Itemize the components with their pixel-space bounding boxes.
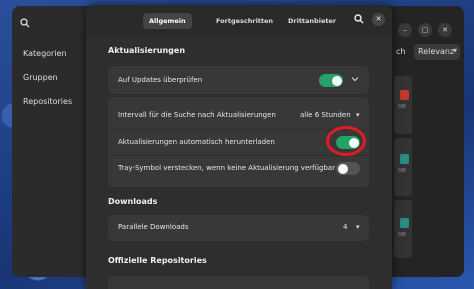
section-title-downloads: Downloads <box>108 197 158 206</box>
sort-dropdown[interactable]: Relevanz <box>414 44 460 60</box>
background-content: ch Relevanz MB MB MB – ▢ ✕ <box>392 6 464 277</box>
dropdown-arrow-icon: ▾ <box>356 223 360 231</box>
parallel-downloads-row[interactable]: Parallele Downloads 4 ▾ <box>108 215 369 241</box>
preferences-dialog: Allgemein Fortgeschritten Drittanbieter … <box>86 5 392 289</box>
dropdown-arrow-icon: ▾ <box>356 111 360 119</box>
red-highlight-circle <box>326 126 366 156</box>
tray-switch[interactable] <box>336 162 360 175</box>
background-sidebar: Kategorien Gruppen Repositories <box>12 6 92 277</box>
size-label: MB <box>398 104 406 110</box>
section-title-repos: Offizielle Repositories <box>108 256 207 265</box>
size-label: MB <box>398 232 406 238</box>
repos-group <box>108 276 369 289</box>
tab-allgemein[interactable]: Allgemein <box>143 13 192 29</box>
interval-label: Intervall für die Suche nach Aktualisier… <box>118 111 276 119</box>
check-updates-label: Auf Updates überprüfen <box>118 76 203 84</box>
app-tag <box>400 90 409 100</box>
check-updates-row[interactable]: Auf Updates überprüfen <box>108 66 369 94</box>
check-updates-switch[interactable] <box>319 74 343 87</box>
parallel-downloads-label: Parallele Downloads <box>118 223 189 231</box>
auto-download-label: Aktualisierungen automatisch herunterlad… <box>118 138 275 146</box>
app-tag <box>400 154 409 164</box>
interval-dropdown[interactable]: alle 6 Stunden <box>300 111 351 119</box>
search-icon[interactable] <box>354 14 364 27</box>
switch-knob <box>331 75 342 86</box>
dialog-header: Allgemein Fortgeschritten Drittanbieter … <box>86 5 392 35</box>
parallel-downloads-dropdown[interactable]: 4 <box>343 223 347 231</box>
app-card[interactable]: MB <box>394 200 412 258</box>
search-icon[interactable] <box>20 18 30 31</box>
tab-fortgeschritten[interactable]: Fortgeschritten <box>210 13 279 29</box>
sidebar-item-kategorien[interactable]: Kategorien <box>23 49 67 58</box>
sidebar-item-repositories[interactable]: Repositories <box>23 97 72 106</box>
window-close-button[interactable]: ✕ <box>438 23 452 37</box>
sidebar-item-gruppen[interactable]: Gruppen <box>23 73 58 82</box>
switch-knob <box>337 163 348 174</box>
minimize-button[interactable]: – <box>398 23 412 37</box>
size-label: MB <box>398 168 406 174</box>
maximize-button[interactable]: ▢ <box>418 23 432 37</box>
tray-label: Tray-Symbol verstecken, wenn keine Aktua… <box>118 164 336 172</box>
sort-prefix-text: ch <box>396 47 406 56</box>
app-card[interactable]: MB <box>394 76 412 134</box>
tab-drittanbieter[interactable]: Drittanbieter <box>282 13 342 29</box>
section-title-updates: Aktualisierungen <box>108 46 186 55</box>
app-card[interactable]: MB <box>394 138 412 196</box>
tray-row[interactable]: Tray-Symbol verstecken, wenn keine Aktua… <box>108 155 369 181</box>
app-tag <box>400 218 409 228</box>
chevron-down-icon[interactable] <box>351 75 359 85</box>
dialog-close-button[interactable]: ✕ <box>372 13 385 26</box>
interval-row[interactable]: Intervall für die Suche nach Aktualisier… <box>108 103 369 129</box>
